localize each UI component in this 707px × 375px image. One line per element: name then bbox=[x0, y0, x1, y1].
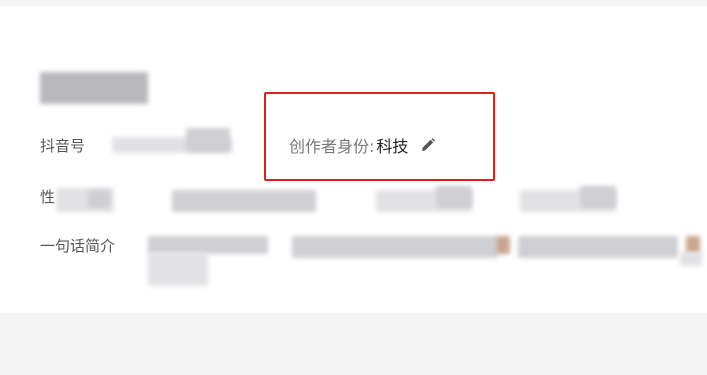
redacted-block bbox=[172, 190, 316, 212]
redacted-block bbox=[436, 186, 472, 208]
page-footer-area bbox=[0, 313, 707, 375]
creator-identity-label: 创作者身份: bbox=[289, 137, 375, 156]
username-redacted bbox=[40, 72, 148, 104]
redacted-block bbox=[518, 236, 678, 258]
top-divider bbox=[0, 0, 707, 6]
redacted-block bbox=[186, 128, 230, 152]
creator-identity: 创作者身份: 科技 bbox=[289, 133, 436, 157]
creator-identity-value: 科技 bbox=[376, 137, 409, 156]
gender-label: 性 bbox=[40, 188, 56, 206]
redacted-block bbox=[680, 252, 702, 266]
redacted-block bbox=[580, 186, 616, 208]
redacted-block bbox=[88, 190, 110, 208]
douyin-id-label: 抖音号 bbox=[40, 137, 86, 155]
redacted-block bbox=[148, 252, 208, 286]
redacted-block bbox=[496, 236, 510, 254]
pencil-icon[interactable] bbox=[420, 137, 436, 153]
bio-label: 一句话简介 bbox=[40, 237, 116, 255]
redacted-block bbox=[292, 236, 498, 258]
